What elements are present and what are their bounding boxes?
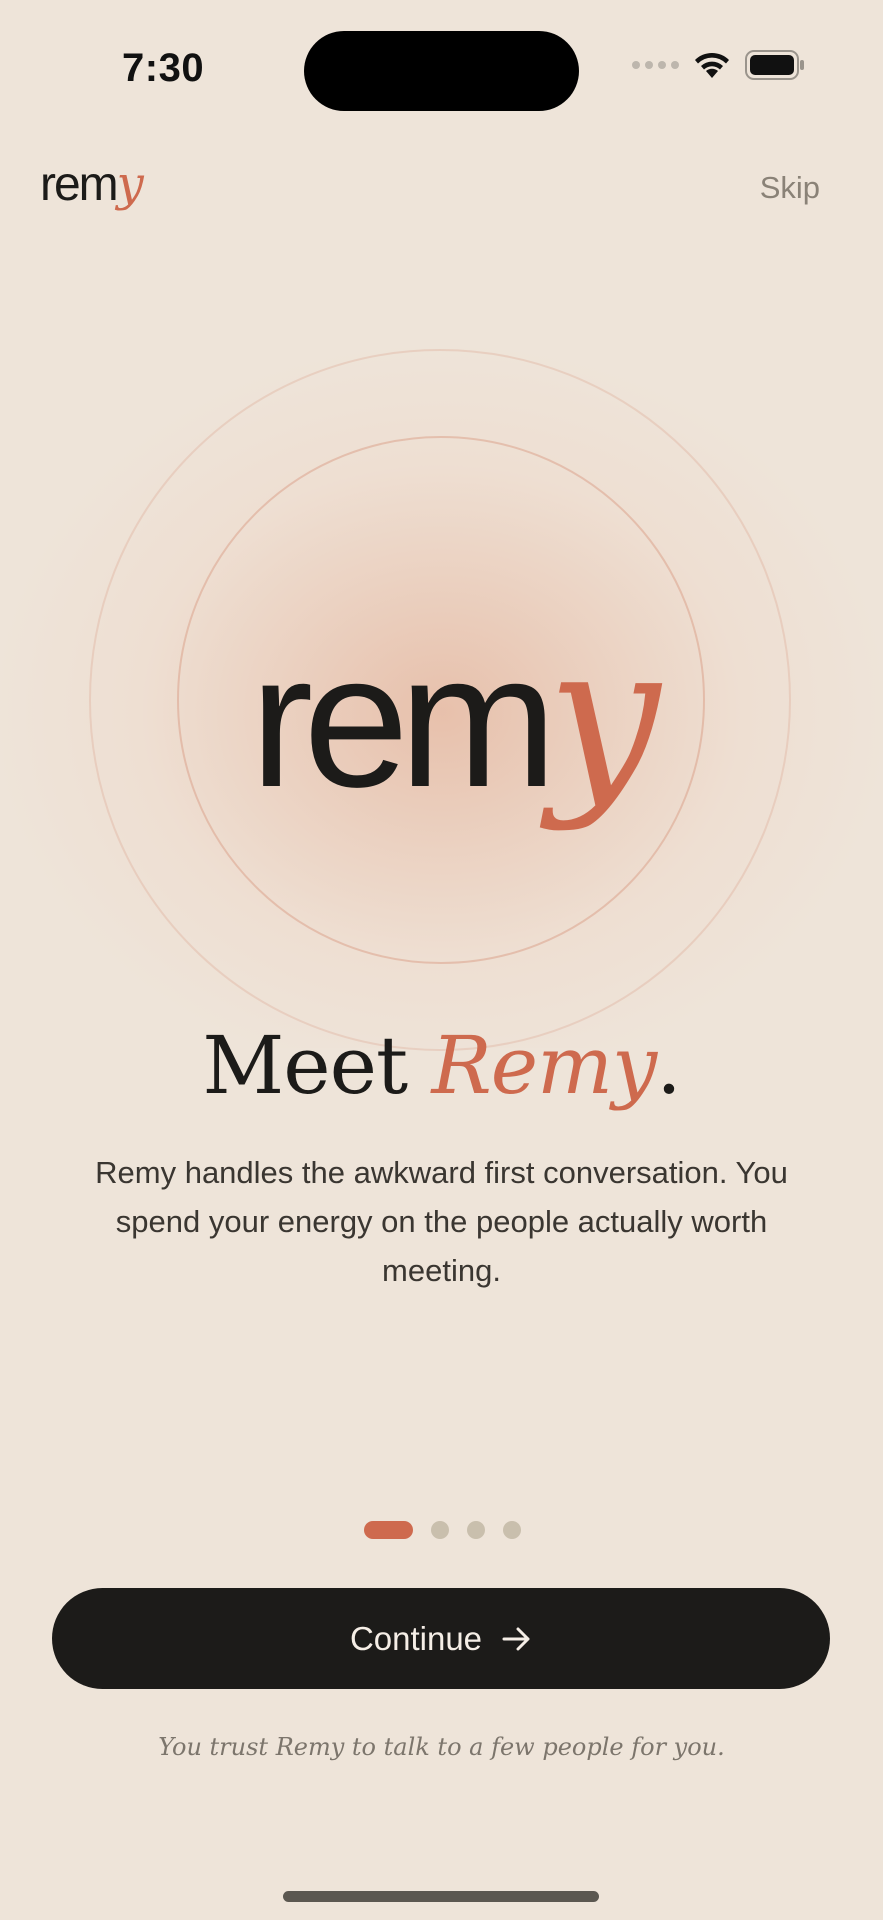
onboarding-description: Remy handles the awkward first conversat… [95, 1155, 788, 1288]
hero-logo-accent: y [547, 601, 661, 834]
page-dot-1[interactable] [364, 1521, 413, 1539]
page-indicator [364, 1521, 521, 1539]
page-dot-2[interactable] [431, 1521, 449, 1539]
page-dot-4[interactable] [503, 1521, 521, 1539]
brand-logo-accent: y [116, 156, 144, 212]
page-dot-3[interactable] [467, 1521, 485, 1539]
title-prefix: Meet [202, 1019, 432, 1112]
page-title: Meet Remy. [0, 1022, 883, 1110]
battery-icon [745, 50, 805, 80]
status-time: 7:30 [122, 46, 205, 90]
skip-button[interactable]: Skip [760, 170, 820, 206]
brand-logo-main: rem [40, 158, 119, 211]
arrow-right-icon [502, 1626, 532, 1652]
hero-logo-main: rem [250, 615, 557, 827]
cellular-signal-icon [632, 61, 679, 69]
title-accent: Remy [431, 1019, 658, 1112]
title-suffix: . [656, 1019, 681, 1112]
footnote: You trust Remy to talk to a few people f… [158, 1733, 725, 1761]
continue-button-label: Continue [349, 1619, 483, 1657]
wifi-icon [693, 51, 731, 79]
continue-button[interactable]: Continue [52, 1588, 830, 1689]
home-indicator[interactable] [283, 1891, 599, 1902]
status-icons [632, 50, 805, 80]
hero-logo: remy [250, 618, 660, 818]
dynamic-island [304, 31, 579, 111]
brand-logo: remy [40, 158, 144, 211]
